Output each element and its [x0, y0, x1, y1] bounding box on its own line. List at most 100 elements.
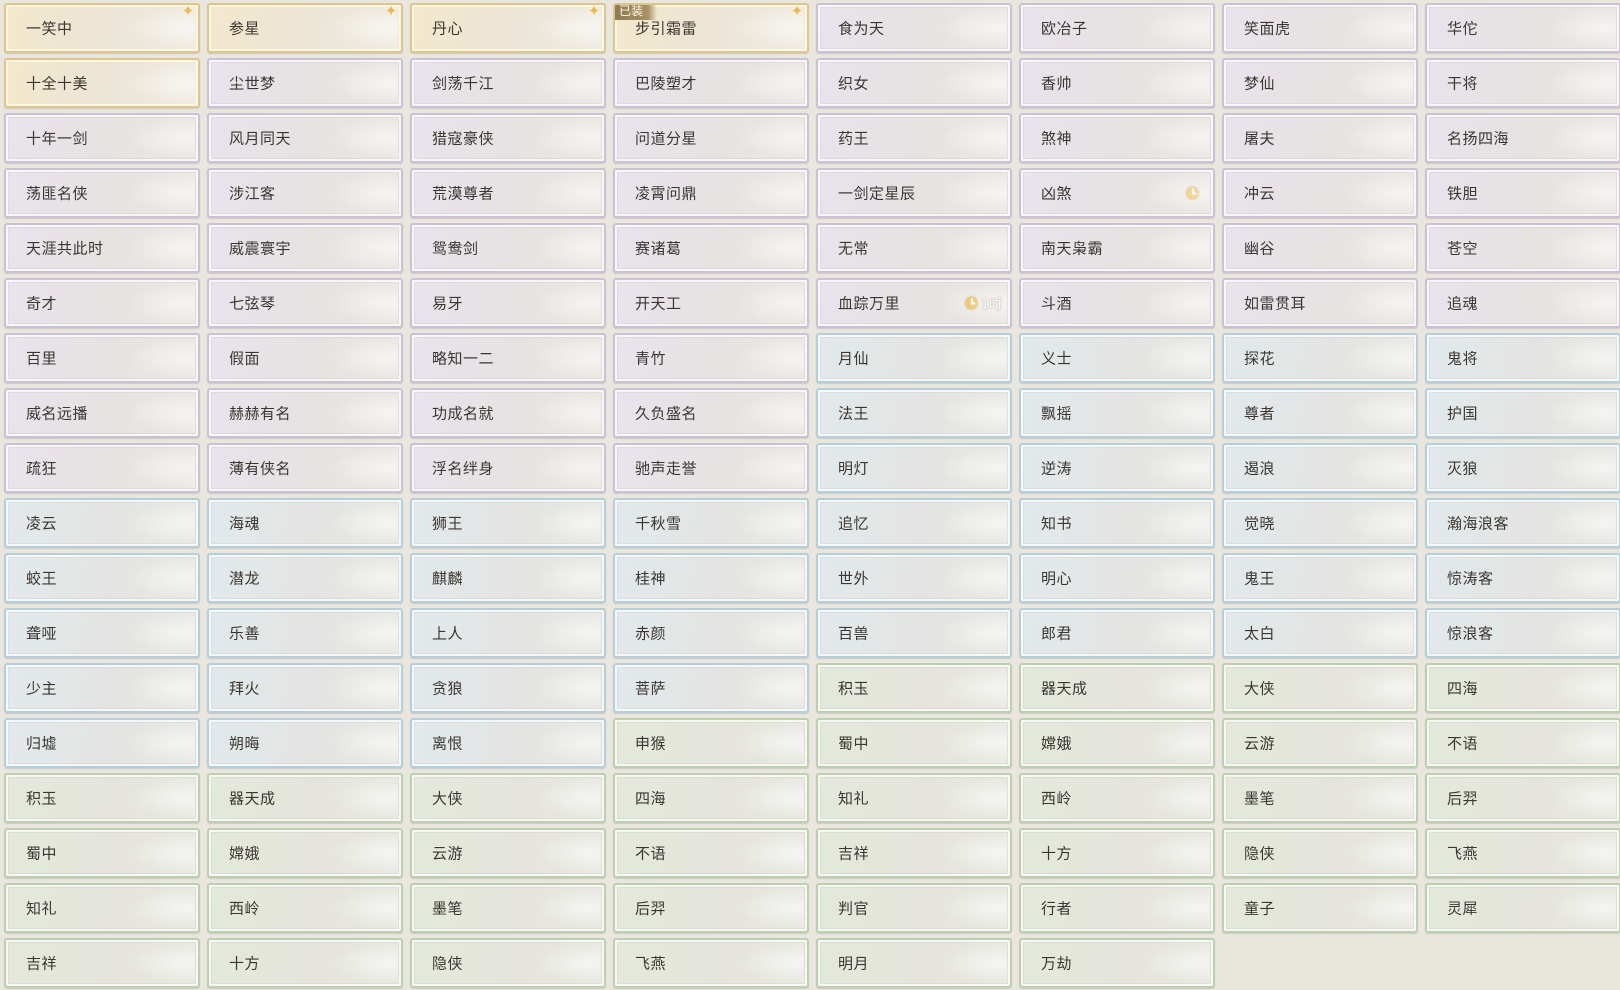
- title-tile[interactable]: 华佗: [1425, 3, 1620, 53]
- title-tile[interactable]: 开天工: [613, 278, 809, 328]
- title-tile[interactable]: 器天成: [207, 773, 403, 823]
- title-tile[interactable]: 百里: [4, 333, 200, 383]
- title-tile[interactable]: 十方: [207, 938, 403, 988]
- title-tile[interactable]: 瀚海浪客: [1425, 498, 1620, 548]
- title-tile[interactable]: 贪狼: [410, 663, 606, 713]
- title-tile[interactable]: 器天成: [1019, 663, 1215, 713]
- title-tile[interactable]: 逆涛: [1019, 443, 1215, 493]
- title-tile[interactable]: 驰声走誉: [613, 443, 809, 493]
- title-tile[interactable]: 浮名绊身: [410, 443, 606, 493]
- title-tile[interactable]: 知书: [1019, 498, 1215, 548]
- title-tile[interactable]: 凌霄问鼎: [613, 168, 809, 218]
- title-tile[interactable]: 嫦娥: [1019, 718, 1215, 768]
- title-tile[interactable]: 上人: [410, 608, 606, 658]
- title-tile[interactable]: 七弦琴: [207, 278, 403, 328]
- title-tile[interactable]: 功成名就: [410, 388, 606, 438]
- title-tile[interactable]: 猎寇豪侠: [410, 113, 606, 163]
- title-tile[interactable]: 乐善: [207, 608, 403, 658]
- title-tile[interactable]: 苍空: [1425, 223, 1620, 273]
- title-tile[interactable]: 追魂: [1425, 278, 1620, 328]
- title-tile[interactable]: 天涯共此时: [4, 223, 200, 273]
- title-tile[interactable]: 西岭: [1019, 773, 1215, 823]
- title-tile[interactable]: 后羿: [613, 883, 809, 933]
- title-tile[interactable]: 大侠: [1222, 663, 1418, 713]
- title-tile[interactable]: 威名远播: [4, 388, 200, 438]
- title-tile[interactable]: 南天枭霸: [1019, 223, 1215, 273]
- title-tile[interactable]: 飞燕: [613, 938, 809, 988]
- title-tile[interactable]: 血踪万里 1时: [816, 278, 1012, 328]
- title-tile[interactable]: 月仙: [816, 333, 1012, 383]
- title-tile[interactable]: 郎君: [1019, 608, 1215, 658]
- title-tile[interactable]: 桂神: [613, 553, 809, 603]
- title-tile[interactable]: 鬼王: [1222, 553, 1418, 603]
- title-tile[interactable]: 吉祥: [816, 828, 1012, 878]
- title-tile[interactable]: 尊者: [1222, 388, 1418, 438]
- title-tile[interactable]: 知礼: [816, 773, 1012, 823]
- title-tile[interactable]: 明心: [1019, 553, 1215, 603]
- title-tile[interactable]: 尘世梦: [207, 58, 403, 108]
- title-tile[interactable]: 鸳鸯剑: [410, 223, 606, 273]
- title-tile[interactable]: 聋哑: [4, 608, 200, 658]
- title-tile[interactable]: 不语: [613, 828, 809, 878]
- title-tile[interactable]: 灭狼: [1425, 443, 1620, 493]
- title-tile[interactable]: 十方: [1019, 828, 1215, 878]
- title-tile[interactable]: 童子: [1222, 883, 1418, 933]
- title-tile[interactable]: 名扬四海: [1425, 113, 1620, 163]
- title-tile[interactable]: 百兽: [816, 608, 1012, 658]
- title-tile[interactable]: 明灯: [816, 443, 1012, 493]
- title-tile[interactable]: 判官: [816, 883, 1012, 933]
- title-tile[interactable]: 吉祥: [4, 938, 200, 988]
- title-tile[interactable]: 一笑中 ✦: [4, 3, 200, 53]
- title-tile[interactable]: 威震寰宇: [207, 223, 403, 273]
- title-tile[interactable]: 蛟王: [4, 553, 200, 603]
- title-tile[interactable]: 如雷贯耳: [1222, 278, 1418, 328]
- title-tile[interactable]: 菩萨: [613, 663, 809, 713]
- title-tile[interactable]: 十全十美: [4, 58, 200, 108]
- title-tile[interactable]: 风月同天: [207, 113, 403, 163]
- title-tile[interactable]: 奇才: [4, 278, 200, 328]
- title-tile[interactable]: 拜火: [207, 663, 403, 713]
- title-tile[interactable]: 云游: [410, 828, 606, 878]
- title-tile[interactable]: 织女: [816, 58, 1012, 108]
- title-tile[interactable]: 易牙: [410, 278, 606, 328]
- title-tile[interactable]: 步引霜雷 ✦ 已装: [613, 3, 809, 53]
- title-tile[interactable]: 凌云: [4, 498, 200, 548]
- title-tile[interactable]: 明月: [816, 938, 1012, 988]
- title-tile[interactable]: 食为天: [816, 3, 1012, 53]
- title-tile[interactable]: 疏狂: [4, 443, 200, 493]
- title-tile[interactable]: 狮王: [410, 498, 606, 548]
- title-tile[interactable]: 探花: [1222, 333, 1418, 383]
- title-tile[interactable]: 十年一剑: [4, 113, 200, 163]
- title-tile[interactable]: 飞燕: [1425, 828, 1620, 878]
- title-tile[interactable]: 无常: [816, 223, 1012, 273]
- title-tile[interactable]: 蜀中: [4, 828, 200, 878]
- title-tile[interactable]: 丹心 ✦: [410, 3, 606, 53]
- title-tile[interactable]: 飘摇: [1019, 388, 1215, 438]
- title-tile[interactable]: 斗酒: [1019, 278, 1215, 328]
- title-tile[interactable]: 略知一二: [410, 333, 606, 383]
- title-tile[interactable]: 问道分星: [613, 113, 809, 163]
- title-tile[interactable]: 大侠: [410, 773, 606, 823]
- title-tile[interactable]: 行者: [1019, 883, 1215, 933]
- title-tile[interactable]: 千秋雪: [613, 498, 809, 548]
- title-tile[interactable]: 参星 ✦: [207, 3, 403, 53]
- title-tile[interactable]: 遏浪: [1222, 443, 1418, 493]
- title-tile[interactable]: 一剑定星辰: [816, 168, 1012, 218]
- title-tile[interactable]: 潜龙: [207, 553, 403, 603]
- title-tile[interactable]: 义士: [1019, 333, 1215, 383]
- title-tile[interactable]: 屠夫: [1222, 113, 1418, 163]
- title-tile[interactable]: 赤颜: [613, 608, 809, 658]
- title-tile[interactable]: 惊涛客: [1425, 553, 1620, 603]
- title-tile[interactable]: 朔晦: [207, 718, 403, 768]
- title-tile[interactable]: 涉江客: [207, 168, 403, 218]
- title-tile[interactable]: 药王: [816, 113, 1012, 163]
- title-tile[interactable]: 铁胆: [1425, 168, 1620, 218]
- title-tile[interactable]: 欧冶子: [1019, 3, 1215, 53]
- title-tile[interactable]: 荡匪名侠: [4, 168, 200, 218]
- title-tile[interactable]: 巴陵塑才: [613, 58, 809, 108]
- title-tile[interactable]: 离恨: [410, 718, 606, 768]
- title-tile[interactable]: 煞神: [1019, 113, 1215, 163]
- title-tile[interactable]: 积玉: [816, 663, 1012, 713]
- title-tile[interactable]: 万劫: [1019, 938, 1215, 988]
- title-tile[interactable]: 积玉: [4, 773, 200, 823]
